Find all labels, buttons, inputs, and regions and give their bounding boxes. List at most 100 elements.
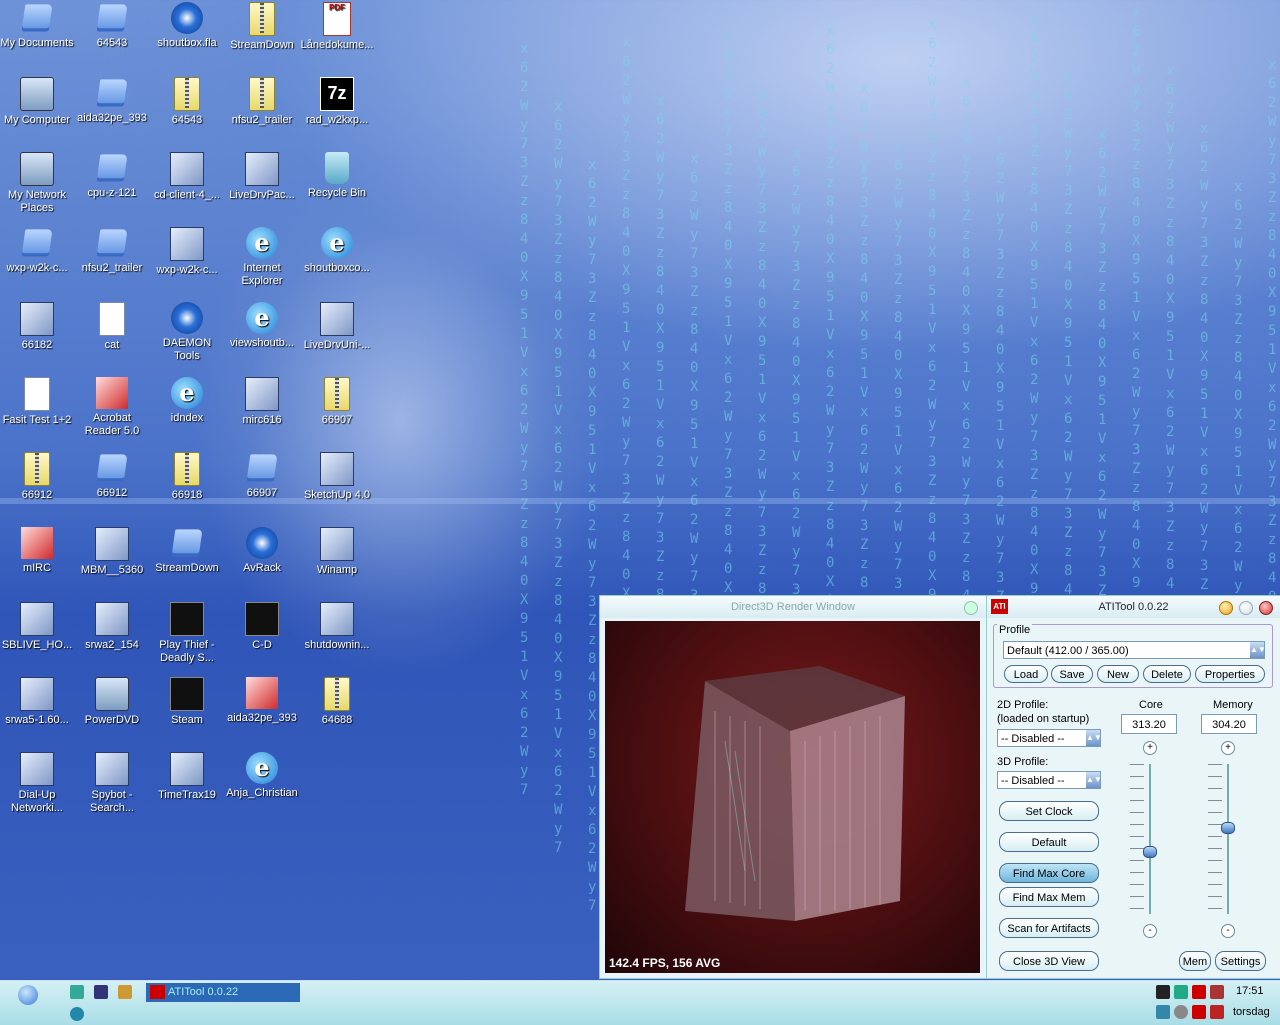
desktop-icon[interactable]: aida32pe_393 xyxy=(225,677,299,725)
start-button-icon[interactable] xyxy=(18,985,38,1005)
new-button[interactable]: New xyxy=(1097,665,1139,683)
desktop-icon[interactable]: e shoutboxco... xyxy=(300,227,374,275)
desktop-icon[interactable]: e idndex xyxy=(150,377,224,425)
quicklaunch-desktop-icon[interactable] xyxy=(94,985,108,999)
scan-artifacts-button[interactable]: Scan for Artifacts xyxy=(999,918,1099,938)
desktop-icon[interactable]: 66918 xyxy=(150,452,224,502)
tray-network-icon[interactable] xyxy=(1174,985,1188,999)
profile-select[interactable]: Default (412.00 / 365.00) ▲▼ xyxy=(1003,641,1266,659)
desktop-icon[interactable]: Steam xyxy=(150,677,224,727)
tray-spybot-icon[interactable] xyxy=(1156,1005,1170,1019)
quicklaunch-msn-icon[interactable] xyxy=(70,985,84,999)
desktop-icon[interactable]: Play Thief - Deadly S... xyxy=(150,602,224,665)
memory-decrease-icon[interactable]: - xyxy=(1221,924,1235,938)
desktop-icon[interactable]: C-D xyxy=(225,602,299,652)
desktop-icon[interactable]: cat xyxy=(75,302,149,352)
desktop-icon[interactable]: My Computer xyxy=(0,77,74,127)
desktop-icon[interactable]: 7z rad_w2kxp... xyxy=(300,77,374,127)
desktop-icon[interactable]: 66907 xyxy=(225,452,299,500)
chevron-down-icon[interactable]: ▲▼ xyxy=(1086,772,1102,788)
desktop-icon[interactable]: PowerDVD xyxy=(75,677,149,727)
taskbar-item-atitool[interactable]: ATITool 0.0.22 xyxy=(146,983,300,1002)
load-button[interactable]: Load xyxy=(1004,665,1048,683)
find-max-mem-button[interactable]: Find Max Mem xyxy=(999,887,1099,907)
desktop-icon[interactable]: nfsu2_trailer xyxy=(75,227,149,275)
tray-ati-icon-2[interactable] xyxy=(1192,1005,1206,1019)
desktop-icon[interactable]: 66182 xyxy=(0,302,74,352)
mem-button[interactable]: Mem xyxy=(1179,951,1211,971)
desktop-icon[interactable]: Dial-Up Networki... xyxy=(0,752,74,815)
desktop-icon[interactable]: e viewshoutb... xyxy=(225,302,299,350)
save-button[interactable]: Save xyxy=(1051,665,1093,683)
chevron-down-icon[interactable]: ▲▼ xyxy=(1250,642,1266,658)
desktop-icon[interactable]: SBLIVE_HO... xyxy=(0,602,74,652)
desktop-icon[interactable]: StreamDown xyxy=(225,2,299,52)
core-slider-track[interactable] xyxy=(1149,764,1151,914)
desktop-icon[interactable]: LiveDrvPac... xyxy=(225,152,299,202)
tray-antivirus-icon[interactable] xyxy=(1210,1005,1224,1019)
clock[interactable]: 17:51 xyxy=(1236,985,1264,997)
close-icon[interactable] xyxy=(964,601,978,615)
atitool-window[interactable]: ATI ATITool 0.0.22 Profile Default (412.… xyxy=(986,595,1280,979)
desktop-icon[interactable]: 66912 xyxy=(0,452,74,502)
desktop-icon[interactable]: TimeTrax19 xyxy=(150,752,224,802)
tray-ati-icon[interactable] xyxy=(1192,985,1206,999)
tray-app-icon[interactable] xyxy=(1210,985,1224,999)
tray-speaker-icon[interactable] xyxy=(1174,1005,1188,1019)
desktop-icon[interactable]: aida32pe_393 xyxy=(75,77,149,125)
memory-clock-field[interactable]: 304.20 xyxy=(1201,714,1257,734)
desktop-icon[interactable]: mirc616 xyxy=(225,377,299,427)
delete-button[interactable]: Delete xyxy=(1143,665,1191,683)
find-max-core-button[interactable]: Find Max Core xyxy=(999,863,1099,883)
desktop-icon[interactable]: My Documents xyxy=(0,2,74,50)
desktop-icon[interactable]: Fasit Test 1+2 xyxy=(0,377,74,427)
quicklaunch-media-icon[interactable] xyxy=(70,1007,84,1021)
desktop-icon[interactable]: StreamDown xyxy=(150,527,224,575)
desktop-icon[interactable]: srwa5-1.60... xyxy=(0,677,74,727)
desktop-icon[interactable]: 66912 xyxy=(75,452,149,500)
desktop-icon[interactable]: wxp-w2k-c... xyxy=(0,227,74,275)
default-button[interactable]: Default xyxy=(999,832,1099,852)
set-clock-button[interactable]: Set Clock xyxy=(999,801,1099,821)
desktop-icon[interactable]: LiveDrvUni-... xyxy=(300,302,374,352)
desktop-icon[interactable]: 64543 xyxy=(75,2,149,50)
quicklaunch-winamp-icon[interactable] xyxy=(118,985,132,999)
profile-3d-select[interactable]: -- Disabled -- ▲▼ xyxy=(997,771,1102,789)
d3d-title-bar[interactable]: Direct3D Render Window xyxy=(600,596,986,618)
desktop-icon[interactable]: cd-client-4_... xyxy=(150,152,224,202)
core-slider-thumb[interactable] xyxy=(1143,846,1157,858)
desktop-icon[interactable]: SketchUp 4.0 xyxy=(300,452,374,502)
memory-slider-thumb[interactable] xyxy=(1221,822,1235,834)
close-3d-view-button[interactable]: Close 3D View xyxy=(999,951,1099,971)
desktop-icon[interactable]: Recycle Bin xyxy=(300,152,374,200)
settings-button[interactable]: Settings xyxy=(1215,951,1266,971)
desktop-icon[interactable]: PDF Lånedokume... xyxy=(300,2,374,52)
desktop-icon[interactable]: MBM__5360 xyxy=(75,527,149,577)
direct3d-render-window[interactable]: Direct3D Render Window 142.4 FPS, 156 AV… xyxy=(599,595,987,979)
desktop-icon[interactable]: DAEMON Tools xyxy=(150,302,224,363)
desktop-icon[interactable]: cpu-z-121 xyxy=(75,152,149,200)
maximize-icon[interactable] xyxy=(1239,601,1253,615)
desktop-icon[interactable]: 64543 xyxy=(150,77,224,127)
chevron-down-icon[interactable]: ▲▼ xyxy=(1086,730,1102,746)
desktop-icon[interactable]: shoutbox.fla xyxy=(150,2,224,50)
desktop-icon[interactable]: 64688 xyxy=(300,677,374,727)
desktop-icon[interactable]: Winamp xyxy=(300,527,374,577)
minimize-icon[interactable] xyxy=(1219,601,1233,615)
tray-steam-icon[interactable] xyxy=(1156,985,1170,999)
desktop-icon[interactable]: Acrobat Reader 5.0 xyxy=(75,377,149,438)
properties-button[interactable]: Properties xyxy=(1195,665,1265,683)
desktop-icon[interactable]: e Anja_Christian xyxy=(225,752,299,800)
memory-increase-icon[interactable]: + xyxy=(1221,741,1235,755)
atitool-title-bar[interactable]: ATI ATITool 0.0.22 xyxy=(987,596,1280,618)
desktop-icon[interactable]: nfsu2_trailer xyxy=(225,77,299,127)
core-increase-icon[interactable]: + xyxy=(1143,741,1157,755)
desktop-icon[interactable]: My Network Places xyxy=(0,152,74,215)
core-clock-field[interactable]: 313.20 xyxy=(1121,714,1177,734)
desktop-icon[interactable]: shutdownin... xyxy=(300,602,374,652)
desktop-icon[interactable]: 66907 xyxy=(300,377,374,427)
desktop-icon[interactable]: mIRC xyxy=(0,527,74,575)
core-decrease-icon[interactable]: - xyxy=(1143,924,1157,938)
close-icon[interactable] xyxy=(1259,601,1273,615)
desktop-icon[interactable]: e Internet Explorer xyxy=(225,227,299,288)
